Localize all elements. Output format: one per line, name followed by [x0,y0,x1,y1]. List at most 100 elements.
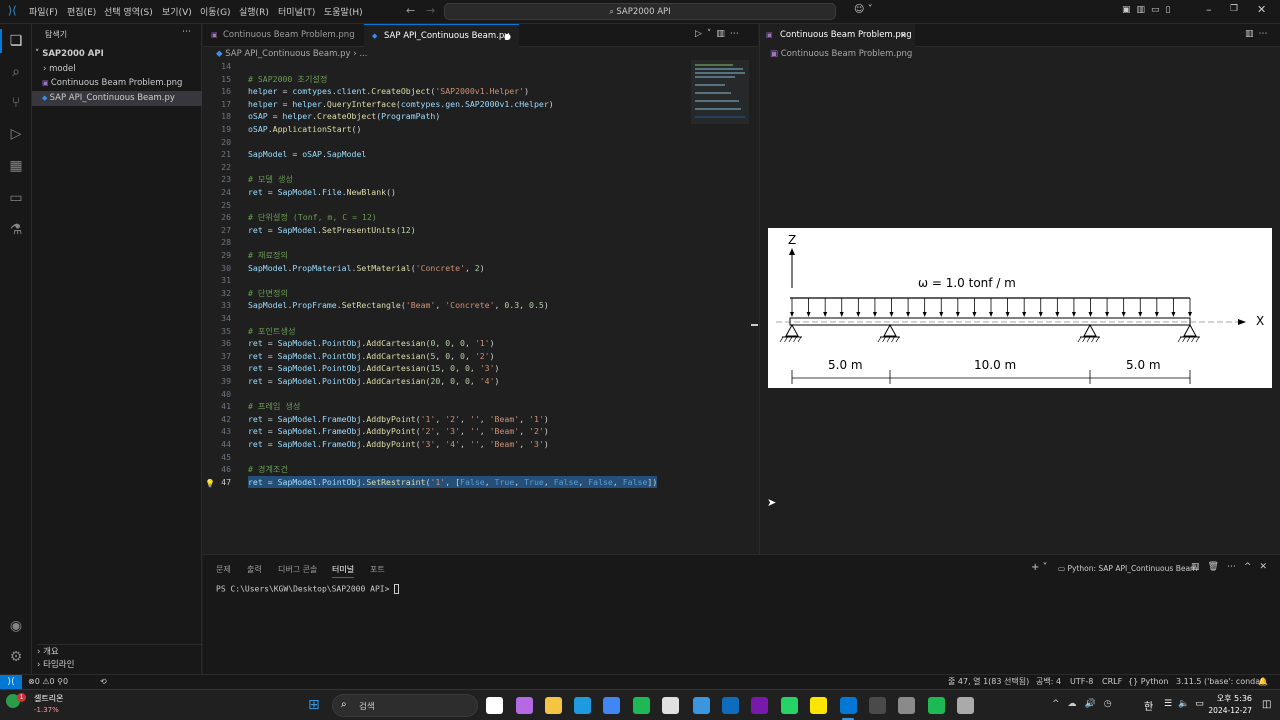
vscode-app-icon[interactable] [840,697,857,714]
python-interpreter[interactable]: 3.11.5 ('base': conda) [1176,675,1263,689]
search-view-icon[interactable]: ⌕ [6,62,26,82]
code-line[interactable]: 23 # 모델 생성 [203,173,693,186]
code-line[interactable]: 29 # 재료정의 [203,249,693,262]
tab-debug-console[interactable]: 디버그 콘솔 [278,564,317,575]
tree-item-model[interactable]: › model [43,62,213,77]
settings-gear-icon[interactable] [957,697,974,714]
code-line[interactable]: 39 ret = SapModel.PointObj.AddCartesian(2… [203,375,693,388]
code-line[interactable]: 34 [203,312,693,325]
notifications-bell-icon[interactable]: 🔔 [1258,675,1268,689]
run-debug-icon[interactable]: ▷ [6,124,26,144]
breadcrumb-file[interactable]: SAP API_Continuous Beam.py [225,49,350,59]
code-line[interactable]: 21 SapModel = oSAP.SapModel [203,148,693,161]
code-line[interactable]: 14 [203,60,693,73]
minimize-icon[interactable]: – [1206,3,1212,16]
lightbulb-icon[interactable]: 💡 [205,479,215,488]
code-line[interactable]: 15 # SAP2000 초기설정 [203,73,693,86]
system-tray-icons[interactable]: ^☁🔊◷ [1052,699,1120,709]
code-line[interactable]: 25 [203,199,693,212]
code-line[interactable]: 32 # 단면정의 [203,287,693,300]
taskbar-search[interactable]: ⌕ 검색 [332,694,478,717]
tab-ports[interactable]: 포트 [370,564,385,575]
close-window-icon[interactable]: ✕ [1257,3,1266,16]
menu-item[interactable]: 터미널(T) [278,5,315,18]
code-line[interactable]: 16 helper = comtypes.client.CreateObject(… [203,85,693,98]
stock-name[interactable]: 셀트리온 [34,693,63,704]
breadcrumb-file[interactable]: Continuous Beam Problem.png [781,49,913,59]
chrome-icon[interactable] [603,697,620,714]
code-line[interactable]: 28 [203,236,693,249]
file-explorer-icon[interactable] [545,697,562,714]
kakaotalk-icon[interactable] [810,697,827,714]
todo-icon[interactable] [693,697,710,714]
tab-problems[interactable]: 문제 [216,564,231,575]
calculator-icon[interactable] [869,697,886,714]
remote-explorer-icon[interactable]: ▭ [6,188,26,208]
code-line[interactable]: 30 SapModel.PropMaterial.SetMaterial('Con… [203,262,693,275]
edge-icon[interactable] [574,697,591,714]
code-line[interactable]: 41 # 프레임 생성 [203,400,693,413]
code-line[interactable]: 27 ret = SapModel.SetPresentUnits(12) [203,224,693,237]
sync-icon[interactable]: ⟲ [100,675,107,689]
timeline-section[interactable]: › 타임라인 [37,658,207,673]
code-line[interactable]: 36 ret = SapModel.PointObj.AddCartesian(0… [203,337,693,350]
encoding[interactable]: UTF-8 [1070,675,1093,689]
folder-root[interactable]: ˅ SAP2000 API [35,47,205,62]
code-line[interactable]: 33 SapModel.PropFrame.SetRectangle('Beam'… [203,299,693,312]
code-line[interactable]: 37 ret = SapModel.PointObj.AddCartesian(5… [203,350,693,363]
menu-item[interactable]: 선택 영역(S) [104,5,153,18]
menu-item[interactable]: 편집(E) [67,5,96,18]
breadcrumb-symbol[interactable]: ... [359,49,367,59]
copilot-app-icon[interactable] [516,697,533,714]
accounts-icon[interactable]: ◉ [6,616,26,636]
code-line[interactable]: 47 ret = SapModel.PointObj.SetRestraint('… [203,475,693,489]
code-area[interactable]: 14 15 # SAP2000 초기설정 16 helper = comtypes.cl… [203,60,693,530]
whatsapp-icon[interactable] [781,697,798,714]
manage-gear-icon[interactable]: ⚙ [6,647,26,667]
menu-item[interactable]: 파일(F) [29,5,58,18]
onenote-icon[interactable] [751,697,768,714]
network-volume-icons[interactable]: ☰🔈▭ [1164,699,1210,709]
spotify-icon[interactable] [633,697,650,714]
code-line[interactable]: 26 # 단위설정 (Tonf, m, C = 12) [203,211,693,224]
tab-terminal[interactable]: 터미널 [332,564,355,578]
terminal-instance[interactable]: ▭ Python: SAP API_Continuous Beam [1058,564,1197,573]
notification-center-icon[interactable]: ◫ [1262,699,1271,710]
problems-status[interactable]: ⊗0 ⚠0 ⚲0 [28,675,68,689]
task-view-icon[interactable] [486,697,503,714]
close-tab-icon[interactable]: ✕ [900,24,907,47]
code-line[interactable]: 18 oSAP = helper.CreateObject(ProgramPath… [203,110,693,123]
restore-icon[interactable]: ❐ [1230,4,1238,14]
back-arrow-icon[interactable]: ← [406,4,415,17]
language-mode[interactable]: {} Python [1128,675,1168,689]
code-line[interactable]: 20 [203,136,693,149]
menu-item[interactable]: 보기(V) [162,5,192,18]
code-line[interactable]: 19 oSAP.ApplicationStart() [203,123,693,136]
code-line[interactable]: 35 # 포인트생성 [203,325,693,338]
code-line[interactable]: 46 # 경계조건 [203,463,693,476]
capture-icon[interactable] [662,697,679,714]
code-line[interactable]: 42 ret = SapModel.FrameObj.AddbyPoint('1'… [203,413,693,426]
code-line[interactable]: 22 [203,161,693,174]
outline-section[interactable]: › 개요 [37,644,207,659]
remote-indicator-icon[interactable]: ⟩⟨ [0,675,22,689]
settings-app-icon[interactable] [898,697,915,714]
clock-time[interactable]: 오후 5:36 [1212,693,1252,704]
source-control-icon[interactable]: ⑂ [6,93,26,113]
menu-item[interactable]: 이동(G) [200,5,231,18]
input-language[interactable]: 한 [1144,698,1153,713]
editor-actions-icon[interactable]: ▥⋯ [1245,29,1273,39]
testing-icon[interactable]: ⚗ [6,220,26,240]
explorer-icon[interactable]: ❏ [6,31,26,51]
editor-actions-icon[interactable]: ▷˅▥⋯ [695,29,744,39]
forward-arrow-icon[interactable]: → [426,4,435,17]
new-terminal-icon[interactable]: + ˅ [1031,562,1048,573]
tab-image[interactable]: ▣ Continuous Beam Problem.png ✕ [760,24,915,47]
windows-start-icon[interactable]: ⊞ [308,697,324,713]
minimap[interactable] [691,60,749,124]
tab-output[interactable]: 출력 [247,564,262,575]
code-line[interactable]: 45 [203,451,693,464]
terminal-prompt[interactable]: PS C:\Users\KGW\Desktop\SAP2000 API> [216,584,400,594]
code-line[interactable]: 17 helper = helper.QueryInterface(comtype… [203,98,693,111]
tree-item-py[interactable]: ◆ SAP API_Continuous Beam.py [32,91,202,106]
